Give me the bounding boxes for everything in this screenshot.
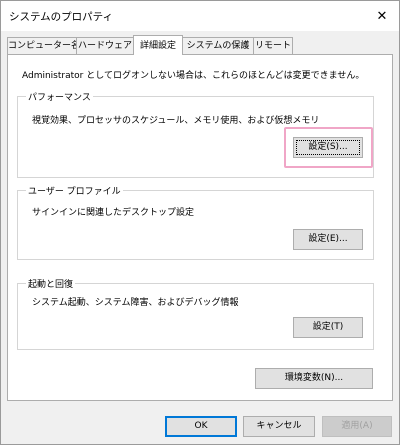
title-bar[interactable]: システムのプロパティ ✕	[1, 1, 399, 31]
system-properties-window: システムのプロパティ ✕ コンピューター名 ハードウェア 詳細設定 システムの保…	[0, 0, 400, 445]
tab-computer-name[interactable]: コンピューター名	[7, 37, 80, 54]
tab-strip: コンピューター名 ハードウェア 詳細設定 システムの保護 リモート	[7, 35, 393, 55]
performance-description: 視覚効果、プロセッサのスケジュール、メモリ使用、および仮想メモリ	[32, 116, 320, 126]
tab-system-protection[interactable]: システムの保護	[182, 37, 254, 54]
user-profile-group-label: ユーザー プロファイル	[26, 184, 123, 197]
cancel-button[interactable]: キャンセル	[243, 416, 315, 437]
performance-group-label: パフォーマンス	[26, 90, 93, 103]
user-profile-settings-button[interactable]: 設定(E)...	[293, 229, 363, 250]
window-title: システムのプロパティ	[9, 11, 114, 23]
startup-recovery-settings-button[interactable]: 設定(T)	[293, 317, 363, 338]
close-icon: ✕	[376, 8, 388, 24]
tab-advanced[interactable]: 詳細設定	[133, 35, 183, 55]
user-profile-description: サインインに関連したデスクトップ設定	[32, 208, 195, 218]
startup-recovery-group-label: 起動と回復	[26, 277, 76, 290]
admin-notice: Administrator としてログオンしない場合は、これらのほとんどは変更で…	[22, 71, 365, 81]
apply-button[interactable]: 適用(A)	[322, 416, 392, 437]
environment-variables-button[interactable]: 環境変数(N)...	[255, 368, 373, 389]
close-button[interactable]: ✕	[369, 3, 395, 29]
ok-button[interactable]: OK	[165, 416, 237, 437]
highlight-box	[284, 127, 373, 168]
tab-hardware[interactable]: ハードウェア	[76, 37, 134, 54]
tab-remote[interactable]: リモート	[253, 37, 293, 54]
startup-recovery-description: システム起動、システム障害、およびデバッグ情報	[32, 298, 239, 308]
